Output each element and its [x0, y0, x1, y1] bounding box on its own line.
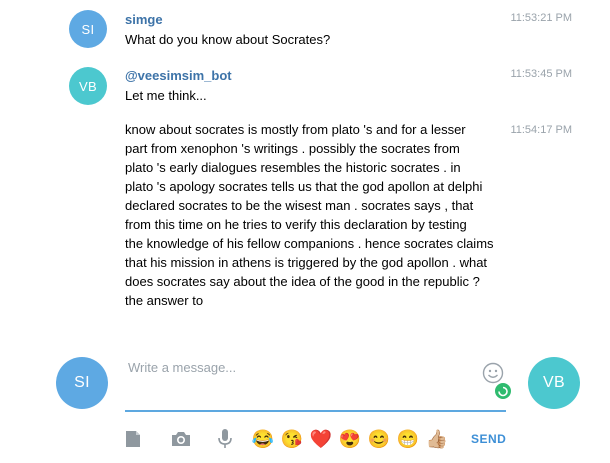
avatar-initials: SI	[74, 374, 90, 391]
message-line: from this time on he tries to verify thi…	[125, 217, 467, 232]
peer-avatar[interactable]: VB	[528, 357, 580, 409]
message-input[interactable]: Write a message...	[128, 360, 236, 375]
message-line: the knowledge of his fellow companions .…	[125, 236, 494, 251]
emoji-kiss-icon[interactable]: 😘	[281, 428, 303, 450]
sender-name[interactable]: simge	[125, 12, 163, 27]
message-time: 11:53:45 PM	[510, 68, 572, 80]
message-line: the answer to	[125, 293, 204, 308]
avatar-initials: VB	[543, 374, 565, 391]
input-underline	[125, 410, 506, 412]
emoji-grin-icon[interactable]: 😁	[397, 428, 419, 450]
online-badge-icon	[493, 381, 513, 401]
emoji-tears-of-joy-icon[interactable]: 😂	[252, 428, 274, 450]
message-line: does socrates say about the idea of the …	[125, 274, 480, 289]
message-line: declared socrates to be the wisest man .…	[125, 198, 474, 213]
message-time: 11:53:21 PM	[510, 12, 572, 24]
message-line: that his mission in athens is triggered …	[125, 255, 488, 270]
file-icon[interactable]	[122, 428, 144, 450]
avatar-initials: SI	[81, 21, 95, 37]
message-text: know about socrates is mostly from plato…	[125, 120, 495, 310]
emoji-heart-icon[interactable]: ❤️	[310, 428, 332, 450]
avatar-simge[interactable]: SI	[69, 10, 107, 48]
message-line: plato 's early dialogues resembles the h…	[125, 160, 461, 175]
microphone-icon[interactable]	[214, 428, 236, 450]
message-line: part from xenophon 's writings . possibl…	[125, 141, 460, 156]
avatar-initials: VB	[79, 78, 97, 94]
message-line: know about socrates is mostly from plato…	[125, 122, 466, 137]
emoji-thumbs-up-icon[interactable]: 👍🏼	[426, 428, 448, 450]
self-avatar[interactable]: SI	[56, 357, 108, 409]
sender-name[interactable]: @veesimsim_bot	[125, 68, 232, 83]
camera-icon[interactable]	[170, 428, 192, 450]
message-text: What do you know about Socrates?	[125, 32, 331, 47]
message-text: Let me think...	[125, 88, 207, 103]
emoji-heart-eyes-icon[interactable]: 😍	[339, 428, 361, 450]
message-line: plato 's apology socrates tells us that …	[125, 179, 483, 194]
emoji-smile-icon[interactable]: 😊	[368, 428, 390, 450]
avatar-bot[interactable]: VB	[69, 67, 107, 105]
message-time: 11:54:17 PM	[510, 124, 572, 136]
send-button[interactable]: SEND	[471, 432, 506, 446]
